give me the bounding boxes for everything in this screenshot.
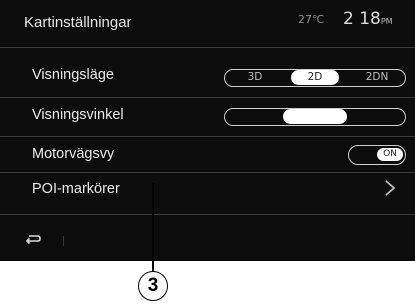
page-title: Kartinställningar: [24, 14, 132, 31]
highway-view-label: Motorvägsvy: [32, 146, 115, 162]
highway-view-toggle-state: ON: [377, 148, 403, 161]
callout-pointer-line: [152, 183, 154, 273]
callout-number: 3: [138, 271, 168, 301]
clock-time: 2 18: [343, 9, 381, 29]
row-divider: [0, 214, 415, 215]
header-divider: [0, 47, 415, 48]
footer-separator: [63, 236, 64, 246]
outside-temperature: 27℃: [298, 13, 325, 26]
highway-view-toggle[interactable]: ON: [348, 145, 406, 165]
display-mode-option-3d[interactable]: 3D: [235, 70, 275, 85]
row-divider: [0, 172, 415, 173]
display-mode-option-2d[interactable]: 2D: [291, 70, 339, 85]
view-angle-label: Visningsvinkel: [32, 107, 124, 123]
clock: 2 18PM: [343, 9, 415, 29]
poi-markers-label: POI-markörer: [32, 181, 120, 197]
display-mode-option-2dn[interactable]: 2DN: [355, 70, 399, 85]
back-arrow-icon[interactable]: [24, 233, 42, 245]
row-divider: [0, 97, 415, 98]
chevron-right-icon: [385, 180, 396, 196]
display-mode-label: Visningsläge: [32, 67, 114, 83]
row-divider: [0, 136, 415, 137]
view-angle-slider[interactable]: [224, 108, 406, 126]
view-angle-slider-handle[interactable]: [283, 109, 347, 124]
clock-suffix: PM: [380, 17, 393, 26]
map-settings-screen: Kartinställningar 27℃ 2 18PM Visningsläg…: [0, 0, 415, 261]
display-mode-selector: 3D 2D 2DN: [224, 69, 406, 87]
